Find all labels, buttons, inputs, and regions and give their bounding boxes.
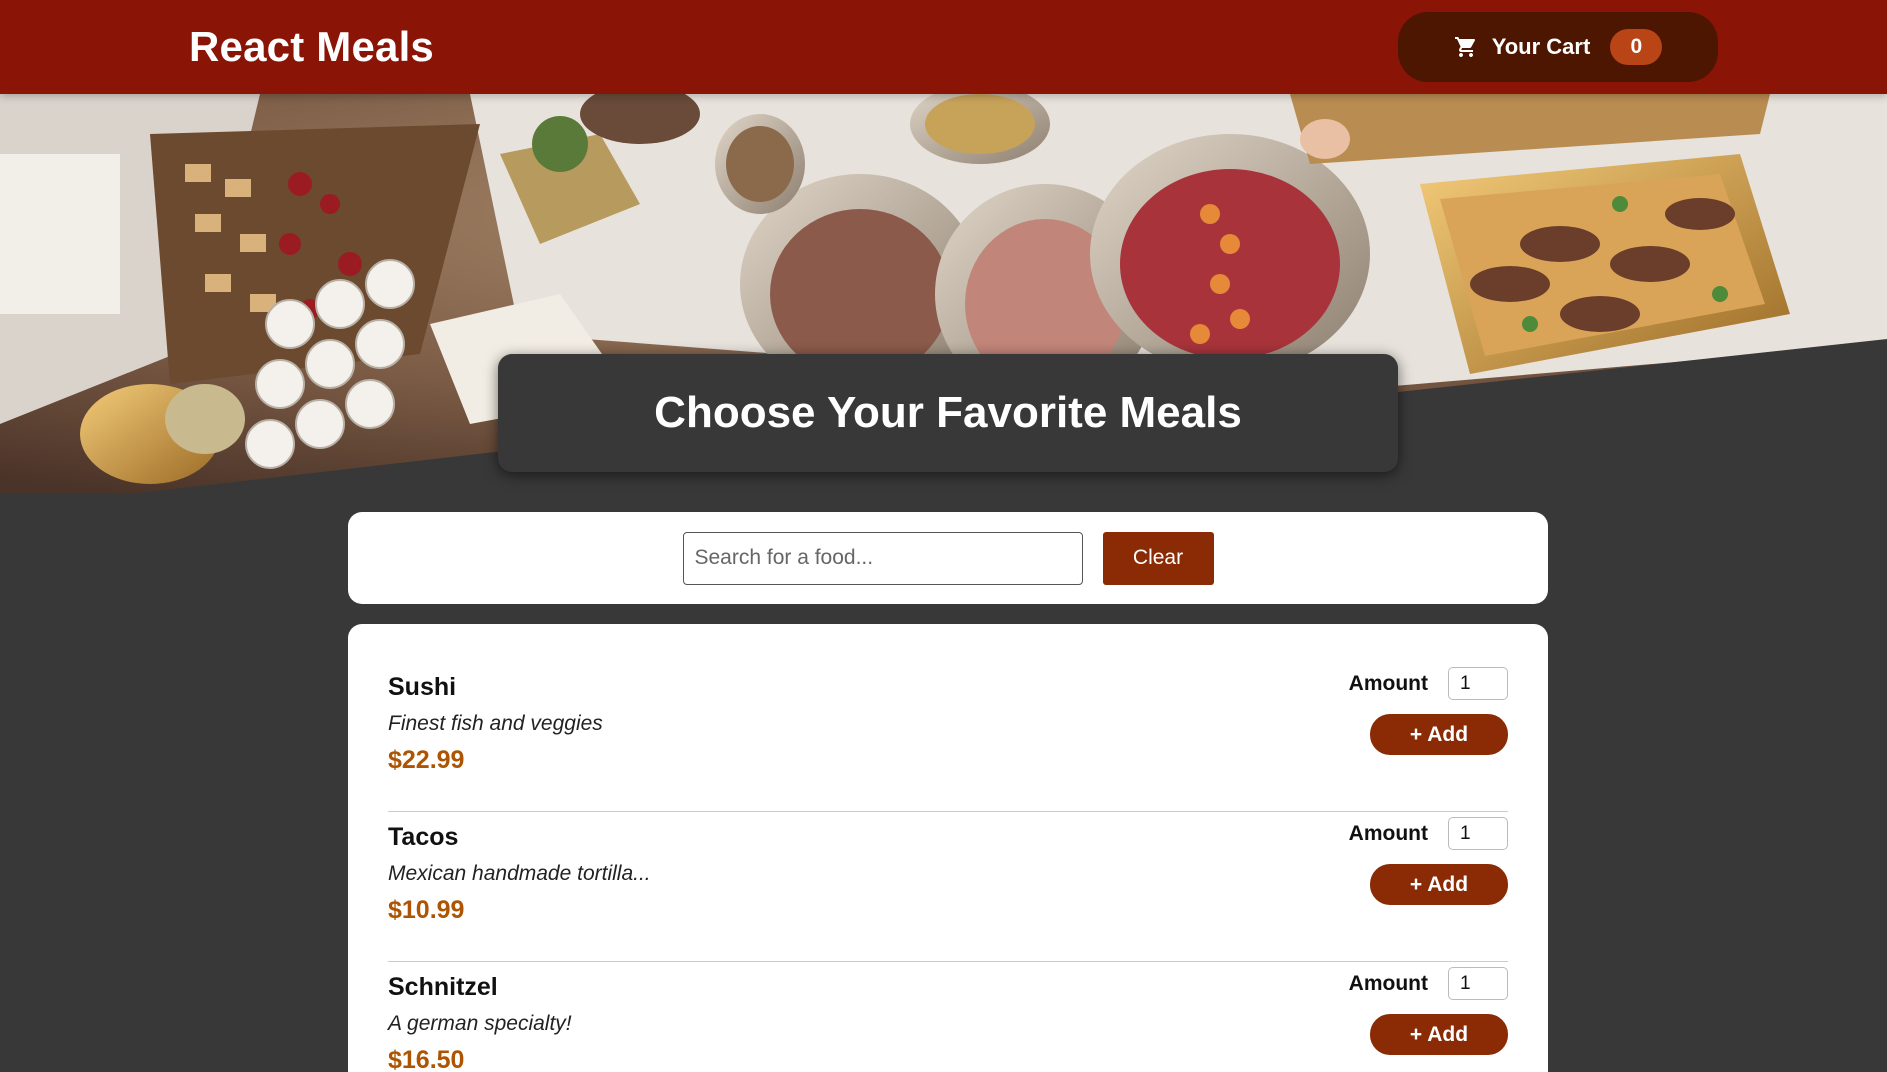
shopping-cart-icon: [1454, 35, 1478, 59]
meal-price: $10.99: [388, 896, 465, 924]
add-button[interactable]: + Add: [1370, 864, 1508, 905]
meal-description: Finest fish and veggies: [388, 712, 603, 735]
meal-name: Schnitzel: [388, 973, 498, 1001]
meal-item-schnitzel: Schnitzel A german specialty! $16.50 Amo…: [388, 962, 1508, 1072]
meal-item-tacos: Tacos Mexican handmade tortilla... $10.9…: [388, 812, 1508, 962]
meal-name: Tacos: [388, 823, 459, 851]
meals-list: Sushi Finest fish and veggies $22.99 Amo…: [348, 624, 1548, 1072]
amount-label: Amount: [1348, 821, 1428, 845]
meal-description: A german specialty!: [388, 1012, 572, 1035]
meals-summary: Choose Your Favorite Meals: [498, 354, 1398, 472]
meal-price: $22.99: [388, 746, 465, 774]
amount-input[interactable]: [1448, 667, 1508, 700]
search-input[interactable]: [682, 531, 1083, 585]
cart-count-badge: 0: [1610, 29, 1663, 65]
cart-button[interactable]: Your Cart 0: [1398, 12, 1718, 82]
amount-input[interactable]: [1448, 817, 1508, 850]
search-card: Clear: [348, 512, 1548, 604]
app-header: React Meals Your Cart 0: [0, 0, 1887, 94]
meal-price: $16.50: [388, 1046, 465, 1072]
meal-form: Amount + Add: [1349, 667, 1508, 811]
clear-button[interactable]: Clear: [1102, 531, 1214, 585]
amount-label: Amount: [1348, 971, 1428, 995]
amount-input[interactable]: [1448, 967, 1508, 1000]
meal-form: Amount + Add: [1349, 967, 1508, 1072]
cart-label: Your Cart: [1491, 34, 1591, 59]
add-button[interactable]: + Add: [1370, 714, 1508, 755]
summary-title: Choose Your Favorite Meals: [654, 388, 1242, 437]
meal-form: Amount + Add: [1349, 817, 1508, 961]
app-title: React Meals: [189, 23, 434, 70]
meal-description: Mexican handmade tortilla...: [388, 862, 651, 885]
add-button[interactable]: + Add: [1370, 1014, 1508, 1055]
meal-item-sushi: Sushi Finest fish and veggies $22.99 Amo…: [388, 662, 1508, 812]
amount-label: Amount: [1348, 671, 1428, 695]
meal-name: Sushi: [388, 673, 457, 701]
